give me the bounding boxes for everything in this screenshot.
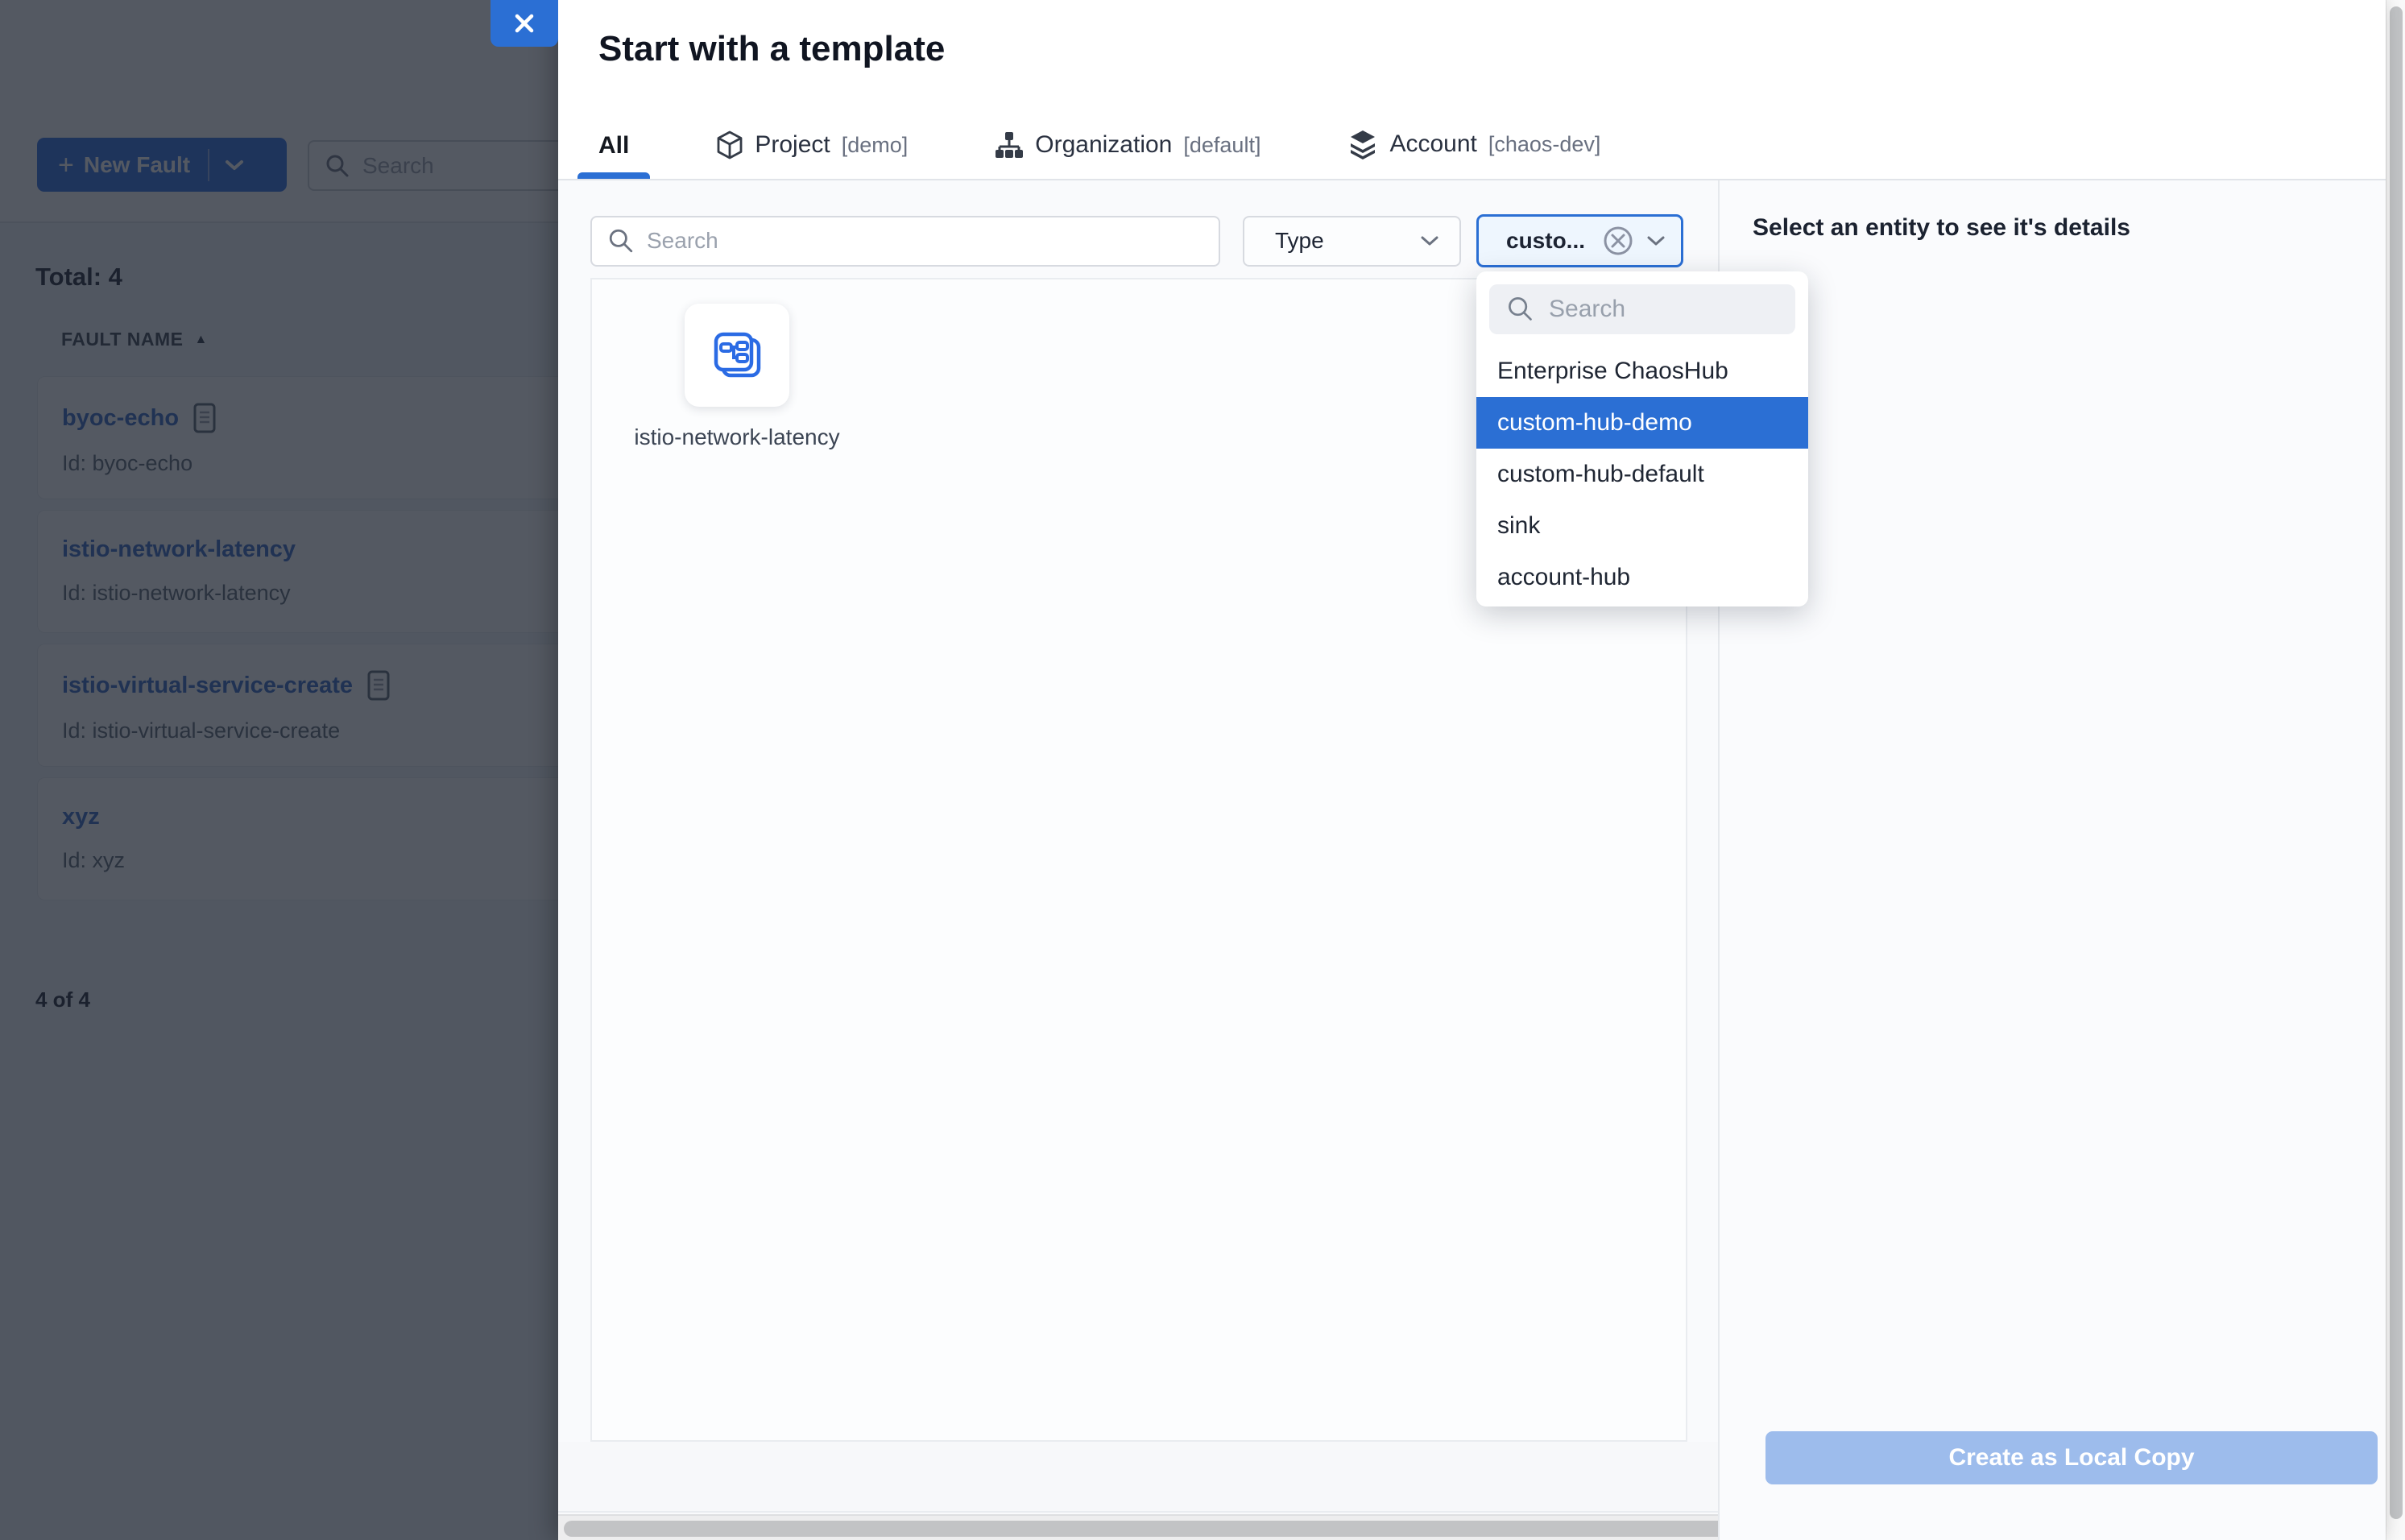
hub-options-list: Enterprise ChaosHub custom-hub-demo cust…	[1476, 346, 1808, 603]
modal-title: Start with a template	[598, 29, 945, 69]
hub-filter-value: custo...	[1506, 228, 1602, 254]
tab-project[interactable]: Project [demo]	[695, 130, 929, 179]
workflow-template-icon	[710, 329, 764, 382]
layers-icon	[1347, 129, 1378, 159]
vertical-scrollbar[interactable]	[2386, 0, 2405, 1540]
hub-option-custom-hub-default[interactable]: custom-hub-default	[1476, 449, 1808, 500]
hub-option-account-hub[interactable]: account-hub	[1476, 552, 1808, 603]
vertical-scrollbar-thumb[interactable]	[2390, 6, 2403, 1519]
search-icon	[608, 228, 634, 254]
template-tile[interactable]	[685, 304, 789, 407]
close-button[interactable]	[491, 0, 558, 47]
tab-label: Account	[1389, 130, 1476, 158]
tab-all[interactable]: All	[577, 132, 650, 179]
close-icon	[512, 11, 536, 35]
clear-filter-icon[interactable]	[1602, 225, 1634, 257]
search-icon	[1507, 296, 1534, 323]
hub-dropdown-menu: Enterprise ChaosHub custom-hub-demo cust…	[1476, 271, 1808, 606]
hub-option-enterprise-chaoshub[interactable]: Enterprise ChaosHub	[1476, 346, 1808, 397]
details-panel: Select an entity to see it's details Cre…	[1718, 180, 2386, 1540]
hub-menu-search-box[interactable]	[1489, 284, 1795, 334]
tab-scope: [default]	[1183, 133, 1260, 158]
hub-menu-search-input[interactable]	[1549, 296, 1778, 323]
scope-tabs: All Project [demo] Organization [default…	[577, 121, 1621, 179]
create-as-local-copy-button[interactable]: Create as Local Copy	[1765, 1431, 2378, 1484]
tab-scope: [chaos-dev]	[1488, 132, 1601, 157]
hub-option-custom-hub-demo[interactable]: custom-hub-demo	[1476, 397, 1808, 449]
modal-backdrop[interactable]	[0, 0, 558, 1540]
tab-account[interactable]: Account [chaos-dev]	[1327, 129, 1621, 179]
start-with-template-modal: Start with a template All Project [demo]…	[558, 0, 2386, 1540]
chevron-down-icon	[1419, 234, 1440, 248]
filter-row: Type custo...	[590, 214, 1683, 267]
template-card-label: istio-network-latency	[632, 421, 842, 453]
template-card-istio-network-latency[interactable]: istio-network-latency	[632, 304, 842, 453]
details-placeholder-text: Select an entity to see it's details	[1753, 214, 2130, 242]
tab-scope: [demo]	[842, 133, 909, 158]
template-search-box[interactable]	[590, 216, 1220, 267]
tab-organization[interactable]: Organization [default]	[974, 130, 1281, 179]
sitemap-icon	[995, 130, 1024, 159]
type-filter-dropdown[interactable]: Type	[1243, 216, 1461, 267]
tab-label: All	[598, 132, 629, 159]
tab-label: Organization	[1035, 131, 1172, 159]
template-browser: Type custo...	[558, 180, 1718, 1540]
template-search-input[interactable]	[647, 228, 1202, 254]
grid-footer-strip	[558, 1442, 1718, 1513]
screen: Account: chaos-dev›Organization: default…	[0, 0, 2405, 1540]
cube-icon	[716, 130, 743, 159]
hub-filter-dropdown[interactable]: custo...	[1476, 214, 1683, 267]
type-filter-label: Type	[1275, 228, 1324, 254]
tab-label: Project	[755, 131, 830, 159]
hub-option-sink[interactable]: sink	[1476, 500, 1808, 552]
chevron-down-icon	[1645, 234, 1666, 248]
